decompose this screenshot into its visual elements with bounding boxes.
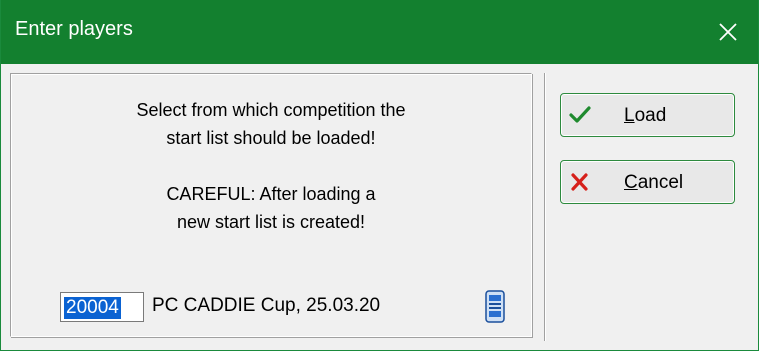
close-button[interactable] bbox=[698, 0, 758, 64]
window-title: Enter players bbox=[15, 18, 133, 40]
warning-line-1: CAREFUL: After loading a bbox=[166, 184, 376, 204]
instruction-text: Select from which competition the start … bbox=[11, 96, 531, 152]
load-button-label: Load bbox=[624, 105, 667, 126]
instruction-line-2: start list should be loaded! bbox=[166, 128, 376, 148]
list-select-icon bbox=[485, 290, 505, 323]
instruction-line-1: Select from which competition the bbox=[136, 100, 406, 120]
close-icon bbox=[719, 23, 737, 41]
warning-line-2: new start list is created! bbox=[176, 212, 366, 232]
dialog-body: Select from which competition the start … bbox=[1, 64, 758, 350]
cancel-button-label: Cancel bbox=[624, 172, 684, 193]
info-panel: Select from which competition the start … bbox=[10, 73, 532, 337]
load-button[interactable]: Load bbox=[560, 93, 735, 137]
warning-text: CAREFUL: After loading a new start list … bbox=[11, 180, 531, 236]
competition-number-value: 20004 bbox=[64, 297, 121, 319]
competition-number-field[interactable]: 20004 bbox=[60, 292, 144, 322]
enter-players-dialog: Enter players Select from which competit… bbox=[0, 0, 759, 351]
checkmark-icon bbox=[569, 106, 591, 123]
title-bar: Enter players bbox=[1, 0, 758, 64]
vertical-divider bbox=[544, 73, 546, 341]
cross-icon bbox=[571, 173, 588, 191]
cancel-button[interactable]: Cancel bbox=[560, 160, 735, 204]
competition-name: PC CADDIE Cup, 25.03.20 bbox=[152, 295, 381, 316]
select-list-button[interactable] bbox=[483, 290, 507, 324]
